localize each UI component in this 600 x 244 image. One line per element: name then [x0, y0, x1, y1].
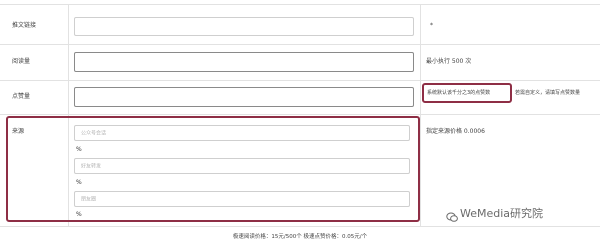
source-friend-share-unit: %	[76, 179, 82, 186]
row-divider	[0, 80, 600, 81]
column-divider	[420, 4, 421, 226]
like-count-input[interactable]	[74, 87, 414, 107]
like-count-label: 点赞量	[12, 93, 31, 100]
source-price-note: 指定来源价格 0.0006	[426, 128, 485, 135]
row-divider	[0, 4, 600, 5]
read-count-note: 最小执行 500 次	[426, 58, 472, 65]
read-count-label: 阅读量	[12, 58, 31, 65]
watermark-text: WeMedia研究院	[460, 207, 544, 220]
article-link-input[interactable]	[74, 17, 414, 36]
source-wechat-session-placeholder: 公众号会话	[81, 130, 107, 137]
required-mark: *	[430, 22, 433, 29]
source-label: 来源	[12, 128, 25, 135]
source-moments-placeholder: 朋友圈	[81, 196, 97, 203]
like-count-note-highlight: 系统默认该千分之3的点赞数	[427, 90, 491, 96]
row-divider	[0, 114, 600, 115]
source-moments-unit: %	[76, 211, 82, 218]
like-count-note: 若需自定义，请填写点赞数量	[515, 90, 581, 96]
price-summary: 极速阅读价格：15元/500个 极速点赞价格：0.05元/个	[232, 234, 368, 240]
read-count-input[interactable]	[74, 52, 414, 72]
article-link-label: 推文链接	[12, 22, 37, 29]
source-wechat-session-unit: %	[76, 146, 82, 153]
source-moments-input[interactable]: 朋友圈	[74, 191, 410, 207]
source-friend-share-placeholder: 好友转发	[81, 163, 102, 170]
source-friend-share-input[interactable]: 好友转发	[74, 158, 410, 174]
row-divider	[0, 226, 600, 227]
source-wechat-session-input[interactable]: 公众号会话	[74, 125, 410, 141]
row-divider	[0, 44, 600, 45]
wechat-icon	[446, 208, 458, 222]
